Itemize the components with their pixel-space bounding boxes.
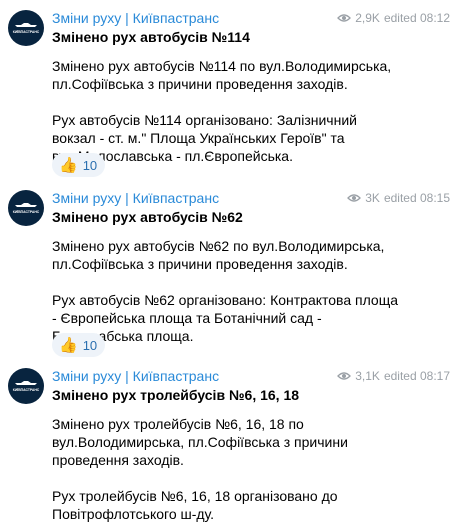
- channel-avatar[interactable]: КИЇВПАСТРАНС: [8, 368, 44, 404]
- post-headline: Змінено рух автобусів №114: [52, 29, 250, 45]
- channel-avatar[interactable]: КИЇВПАСТРАНС: [8, 190, 44, 226]
- view-count: 2,9K: [355, 11, 380, 25]
- channel-feed: КИЇВПАСТРАНС Зміни руху | Київпастранс 2…: [0, 0, 460, 522]
- thumbs-up-icon: 👍: [59, 336, 78, 354]
- channel-name[interactable]: Зміни руху | Київпастранс: [52, 368, 219, 384]
- channel-name[interactable]: Зміни руху | Київпастранс: [52, 190, 219, 206]
- post-paragraph: Рух автобусів №114 організовано: Залізни…: [52, 112, 357, 164]
- kyivpastrans-logo-icon: КИЇВПАСТРАНС: [13, 381, 40, 392]
- view-count: 3K: [365, 191, 380, 205]
- post: КИЇВПАСТРАНС Зміни руху | Київпастранс 2…: [0, 6, 460, 186]
- eye-icon: [337, 14, 352, 22]
- reaction-count: 10: [82, 337, 98, 353]
- post-meta: 3K edited 08:15: [347, 191, 450, 205]
- post-body: Змінено рух автобусів №114 по вул.Володи…: [52, 57, 404, 165]
- svg-text:КИЇВПАСТРАНС: КИЇВПАСТРАНС: [13, 30, 40, 34]
- post: КИЇВПАСТРАНС Зміни руху | Київпастранс 3…: [0, 186, 460, 364]
- post-paragraph: Рух автобусів №62 організовано: Контракт…: [52, 292, 399, 344]
- edited-time: edited 08:15: [383, 191, 450, 205]
- edited-time: edited 08:12: [383, 11, 450, 25]
- thumbs-up-icon: 👍: [59, 156, 78, 174]
- eye-icon: [337, 372, 352, 380]
- post-meta: 3,1K edited 08:17: [337, 369, 450, 383]
- post-meta: 2,9K edited 08:12: [337, 11, 450, 25]
- post-headline: Змінено рух автобусів №62: [52, 209, 243, 225]
- post-body: Змінено рух автобусів №62 по вул.Володим…: [52, 237, 404, 345]
- channel-name[interactable]: Зміни руху | Київпастранс: [52, 10, 219, 26]
- svg-text:КИЇВПАСТРАНС: КИЇВПАСТРАНС: [13, 210, 40, 214]
- post-paragraph: Змінено рух автобусів №62 по вул.Володим…: [52, 238, 385, 272]
- post-paragraph: Змінено рух тролейбусів №6, 16, 18 по ву…: [52, 416, 348, 468]
- edited-time: edited 08:17: [383, 369, 450, 383]
- reaction-button[interactable]: 👍 10: [52, 333, 106, 357]
- kyivpastrans-logo-icon: КИЇВПАСТРАНС: [13, 203, 40, 214]
- post-body: Змінено рух тролейбусів №6, 16, 18 по ву…: [52, 415, 404, 523]
- eye-icon: [347, 194, 362, 202]
- channel-avatar[interactable]: КИЇВПАСТРАНС: [8, 10, 44, 46]
- post-paragraph: Змінено рух автобусів №114 по вул.Володи…: [52, 58, 392, 92]
- post-paragraph: Рух тролейбусів №6, 16, 18 організовано …: [52, 488, 338, 522]
- reaction-button[interactable]: 👍 10: [52, 153, 106, 177]
- reaction-count: 10: [82, 157, 98, 173]
- post-headline: Змінено рух тролейбусів №6, 16, 18: [52, 387, 300, 403]
- svg-text:КИЇВПАСТРАНС: КИЇВПАСТРАНС: [13, 388, 40, 392]
- post: КИЇВПАСТРАНС Зміни руху | Київпастранс 3…: [0, 364, 460, 522]
- kyivpastrans-logo-icon: КИЇВПАСТРАНС: [13, 23, 40, 34]
- view-count: 3,1K: [355, 369, 380, 383]
